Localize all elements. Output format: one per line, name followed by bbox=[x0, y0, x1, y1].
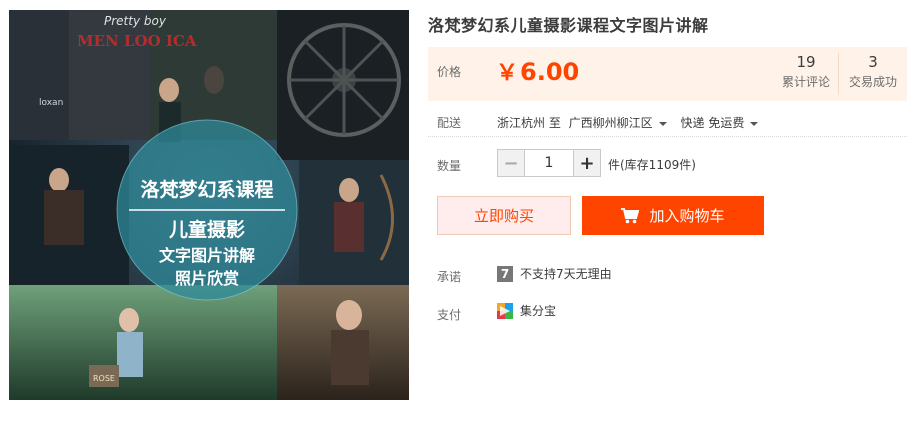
add-to-cart-label: 加入购物车 bbox=[649, 207, 725, 225]
price-panel: 价格 ￥6.00 19 累计评论 3 交易成功 bbox=[428, 47, 907, 101]
promise-text: 不支持7天无理由 bbox=[520, 267, 612, 281]
currency-symbol: ￥ bbox=[496, 61, 519, 86]
cart-icon bbox=[621, 207, 640, 223]
quantity-increase-button[interactable]: + bbox=[573, 150, 600, 176]
quantity-stepper: − + bbox=[497, 149, 601, 177]
product-image-art: ROSE Pretty boy MEN LOO ICA loxan 洛梵梦幻系课… bbox=[9, 10, 409, 400]
stats-divider bbox=[838, 53, 839, 95]
delivery-label: 配送 bbox=[437, 116, 462, 130]
deals-label: 交易成功 bbox=[848, 75, 897, 89]
circle-title-text: 洛梵梦幻系课程 bbox=[140, 178, 273, 201]
reviews-stat[interactable]: 19 累计评论 bbox=[778, 53, 834, 90]
seven-day-icon: 7 bbox=[497, 265, 513, 282]
header-script-text: Pretty boy bbox=[104, 14, 167, 28]
delivery-row: 浙江杭州 至 广西柳州柳江区 快递 免运费 bbox=[497, 114, 768, 131]
price-label: 价格 bbox=[437, 65, 462, 79]
delivery-method-select[interactable]: 快递 免运费 bbox=[681, 116, 769, 130]
quantity-label: 数量 bbox=[437, 159, 462, 173]
delivery-from: 浙江杭州 至 bbox=[497, 116, 561, 130]
deals-stat: 3 交易成功 bbox=[843, 53, 903, 90]
jifenbao-icon bbox=[497, 302, 513, 319]
quantity-decrease-button[interactable]: − bbox=[498, 150, 525, 176]
payment-item[interactable]: 集分宝 bbox=[497, 302, 556, 319]
delivery-method: 快递 免运费 bbox=[680, 116, 745, 130]
price-value: ￥6.00 bbox=[496, 55, 579, 87]
header-gothic-text: MEN LOO ICA bbox=[77, 32, 197, 50]
stock-info: 件(库存1109件) bbox=[608, 158, 696, 172]
circle-line3-text: 文字图片讲解 bbox=[159, 246, 255, 265]
promise-label: 承诺 bbox=[437, 270, 462, 284]
buy-now-button[interactable]: 立即购买 bbox=[437, 196, 571, 235]
payment-method: 集分宝 bbox=[520, 304, 557, 318]
chevron-down-icon bbox=[658, 121, 667, 126]
circle-subtitle-text: 儿童摄影 bbox=[168, 218, 245, 241]
reviews-label: 累计评论 bbox=[781, 75, 830, 89]
chevron-down-icon bbox=[750, 121, 759, 126]
promise-item[interactable]: 7 不支持7天无理由 bbox=[497, 265, 612, 282]
reviews-count: 19 bbox=[796, 53, 816, 71]
side-text: loxan bbox=[39, 98, 63, 108]
deals-count: 3 bbox=[868, 53, 878, 71]
circle-line4-text: 照片欣赏 bbox=[175, 269, 239, 288]
product-title: 洛梵梦幻系儿童摄影课程文字图片讲解 bbox=[428, 16, 709, 35]
delivery-destination-select[interactable]: 广西柳州柳江区 bbox=[565, 116, 677, 130]
product-main-image[interactable]: ROSE Pretty boy MEN LOO ICA loxan 洛梵梦幻系课… bbox=[9, 10, 409, 400]
book-text: ROSE bbox=[93, 374, 115, 383]
delivery-destination: 广西柳州柳江区 bbox=[568, 116, 653, 130]
price-amount: 6.00 bbox=[520, 58, 580, 86]
section-divider bbox=[428, 136, 907, 137]
quantity-input[interactable] bbox=[525, 150, 573, 176]
add-to-cart-button[interactable]: 加入购物车 bbox=[582, 196, 764, 235]
payment-label: 支付 bbox=[437, 308, 462, 322]
